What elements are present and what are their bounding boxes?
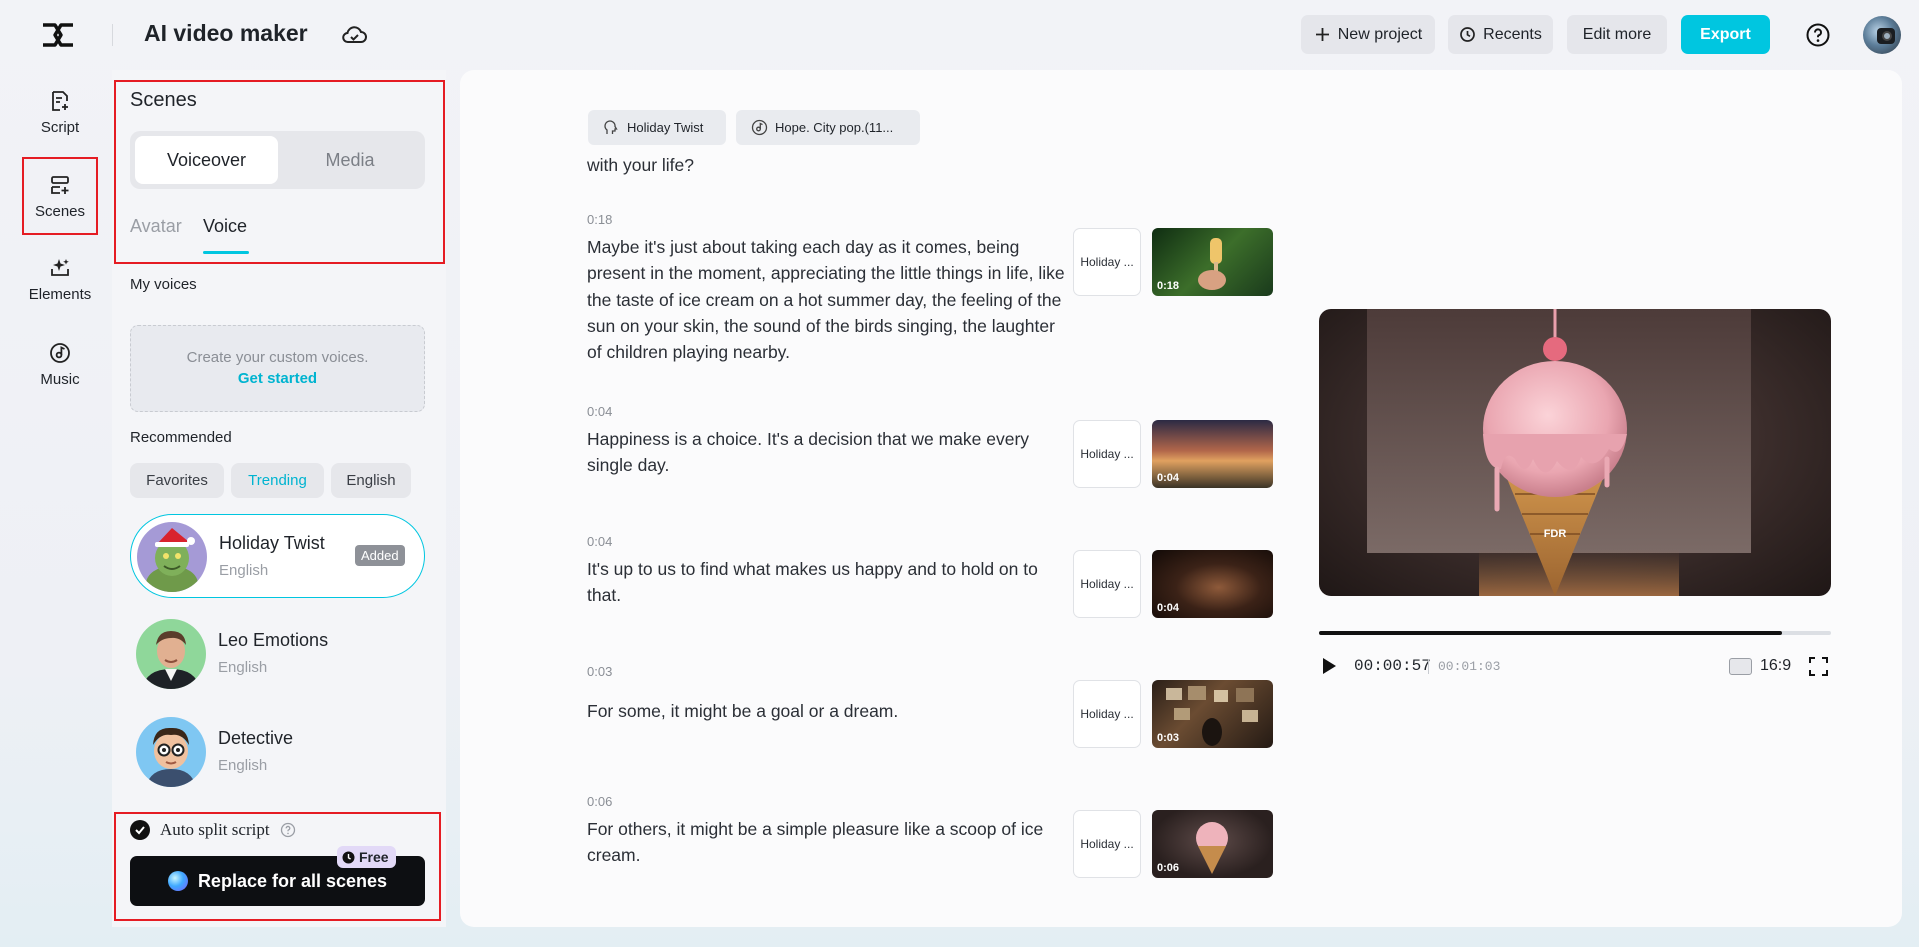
scene-voice-chip[interactable]: Holiday ... — [1073, 680, 1141, 748]
voice-card-detective[interactable]: Detective English — [130, 710, 425, 794]
recommended-heading: Recommended — [130, 429, 232, 446]
playback-progress-fill — [1319, 631, 1782, 635]
scene-script-text[interactable]: Maybe it's just about taking each day as… — [587, 234, 1065, 365]
highlight-box-actions — [114, 812, 441, 921]
preview-watermark-text: FDR — [1544, 528, 1567, 540]
current-music-pill[interactable]: Hope. City pop.(11... — [736, 110, 920, 145]
recents-label: Recents — [1483, 26, 1542, 44]
header-divider — [112, 24, 113, 46]
voice-name: Holiday Twist — [219, 533, 325, 554]
thumbnail-duration: 0:04 — [1157, 472, 1179, 484]
aspect-ratio-label[interactable]: 16:9 — [1760, 657, 1791, 675]
recents-button[interactable]: Recents — [1448, 15, 1553, 54]
current-voice-pill[interactable]: Holiday Twist — [588, 110, 726, 145]
aspect-ratio-icon[interactable] — [1729, 658, 1752, 675]
app-title: AI video maker — [144, 20, 308, 47]
scene-voice-chip[interactable]: Holiday ... — [1073, 228, 1141, 296]
scenes-icon — [48, 173, 72, 197]
nav-music[interactable]: Music — [22, 325, 98, 403]
fullscreen-icon[interactable] — [1808, 656, 1829, 677]
voice-name: Detective — [218, 728, 293, 749]
my-voices-heading: My voices — [130, 276, 197, 293]
scene-thumbnail[interactable]: 0:04 — [1152, 420, 1273, 488]
nav-music-label: Music — [40, 371, 79, 388]
music-disc-icon — [751, 119, 768, 136]
thumbnail-duration: 0:03 — [1157, 732, 1179, 744]
edit-more-button[interactable]: Edit more — [1567, 15, 1667, 54]
nav-scenes-label: Scenes — [35, 203, 85, 220]
scene-script-text[interactable]: with your life? — [587, 152, 1065, 178]
play-icon[interactable] — [1320, 656, 1338, 676]
time-divider — [1428, 659, 1429, 674]
playback-progress-bar[interactable] — [1319, 631, 1831, 635]
highlight-box-tabs — [114, 80, 445, 264]
scene-thumbnail[interactable]: 0:03 — [1152, 680, 1273, 748]
scene-voice-chip[interactable]: Holiday ... — [1073, 550, 1141, 618]
nav-elements-label: Elements — [29, 286, 92, 303]
chip-trending[interactable]: Trending — [231, 463, 324, 498]
scene-thumbnail[interactable]: 0:06 — [1152, 810, 1273, 878]
total-time: 00:01:03 — [1438, 659, 1500, 674]
thumbnail-duration: 0:18 — [1157, 280, 1179, 292]
chip-favorites[interactable]: Favorites — [130, 463, 224, 498]
elements-icon — [48, 256, 72, 280]
current-voice-label: Holiday Twist — [627, 120, 703, 135]
new-project-label: New project — [1338, 26, 1422, 44]
export-button[interactable]: Export — [1681, 15, 1770, 54]
export-label: Export — [1700, 26, 1751, 44]
scene-thumbnail[interactable]: 0:04 — [1152, 550, 1273, 618]
cloud-sync-icon[interactable] — [340, 22, 368, 48]
custom-voices-text: Create your custom voices. — [131, 349, 424, 366]
scene-script-text[interactable]: For some, it might be a goal or a dream. — [587, 698, 1065, 724]
scene-duration-label: 0:04 — [587, 404, 612, 419]
custom-voices-box[interactable]: Create your custom voices. Get started — [130, 325, 425, 412]
music-icon — [48, 341, 72, 365]
scene-list: with your life? 0:18 Maybe it's just abo… — [580, 152, 1280, 912]
thumbnail-duration: 0:04 — [1157, 602, 1179, 614]
scene-thumbnail[interactable]: 0:18 — [1152, 228, 1273, 296]
capcut-logo-icon[interactable] — [40, 20, 76, 50]
voice-head-icon — [603, 119, 620, 136]
voice-language: English — [219, 562, 268, 579]
current-time: 00:00:57 — [1354, 657, 1431, 675]
scene-duration-label: 0:03 — [587, 664, 612, 679]
scene-duration-label: 0:18 — [587, 212, 612, 227]
scene-voice-chip[interactable]: Holiday ... — [1073, 810, 1141, 878]
get-started-link[interactable]: Get started — [131, 370, 424, 387]
added-badge: Added — [355, 545, 405, 566]
plus-icon — [1314, 26, 1331, 43]
edit-more-label: Edit more — [1583, 26, 1651, 44]
scene-voice-chip[interactable]: Holiday ... — [1073, 420, 1141, 488]
help-icon[interactable] — [1805, 22, 1831, 48]
scene-script-text[interactable]: For others, it might be a simple pleasur… — [587, 816, 1065, 869]
scene-script-text[interactable]: Happiness is a choice. It's a decision t… — [587, 426, 1065, 479]
nav-elements[interactable]: Elements — [22, 240, 98, 318]
user-avatar[interactable] — [1863, 16, 1901, 54]
voice-card-holiday-twist[interactable]: Holiday Twist English Added — [130, 514, 425, 598]
nav-scenes[interactable]: Scenes — [22, 157, 98, 235]
scene-script-text[interactable]: It's up to us to find what makes us happ… — [587, 556, 1065, 609]
current-music-label: Hope. City pop.(11... — [775, 120, 893, 135]
scene-duration-label: 0:06 — [587, 794, 612, 809]
video-preview[interactable]: FDR — [1319, 309, 1831, 596]
voice-language: English — [218, 757, 267, 774]
voice-avatar — [136, 717, 206, 787]
voice-card-leo-emotions[interactable]: Leo Emotions English — [130, 612, 425, 696]
scene-duration-label: 0:04 — [587, 534, 612, 549]
top-bar: AI video maker New project Recents Edit … — [0, 0, 1919, 70]
script-icon — [48, 89, 72, 113]
thumbnail-duration: 0:06 — [1157, 862, 1179, 874]
chip-english[interactable]: English — [331, 463, 411, 498]
new-project-button[interactable]: New project — [1301, 15, 1435, 54]
history-clock-icon — [1459, 26, 1476, 43]
nav-script-label: Script — [41, 119, 79, 136]
voice-avatar — [136, 619, 206, 689]
voice-language: English — [218, 659, 267, 676]
nav-script[interactable]: Script — [22, 73, 98, 151]
voice-avatar — [137, 522, 207, 592]
voice-name: Leo Emotions — [218, 630, 328, 651]
